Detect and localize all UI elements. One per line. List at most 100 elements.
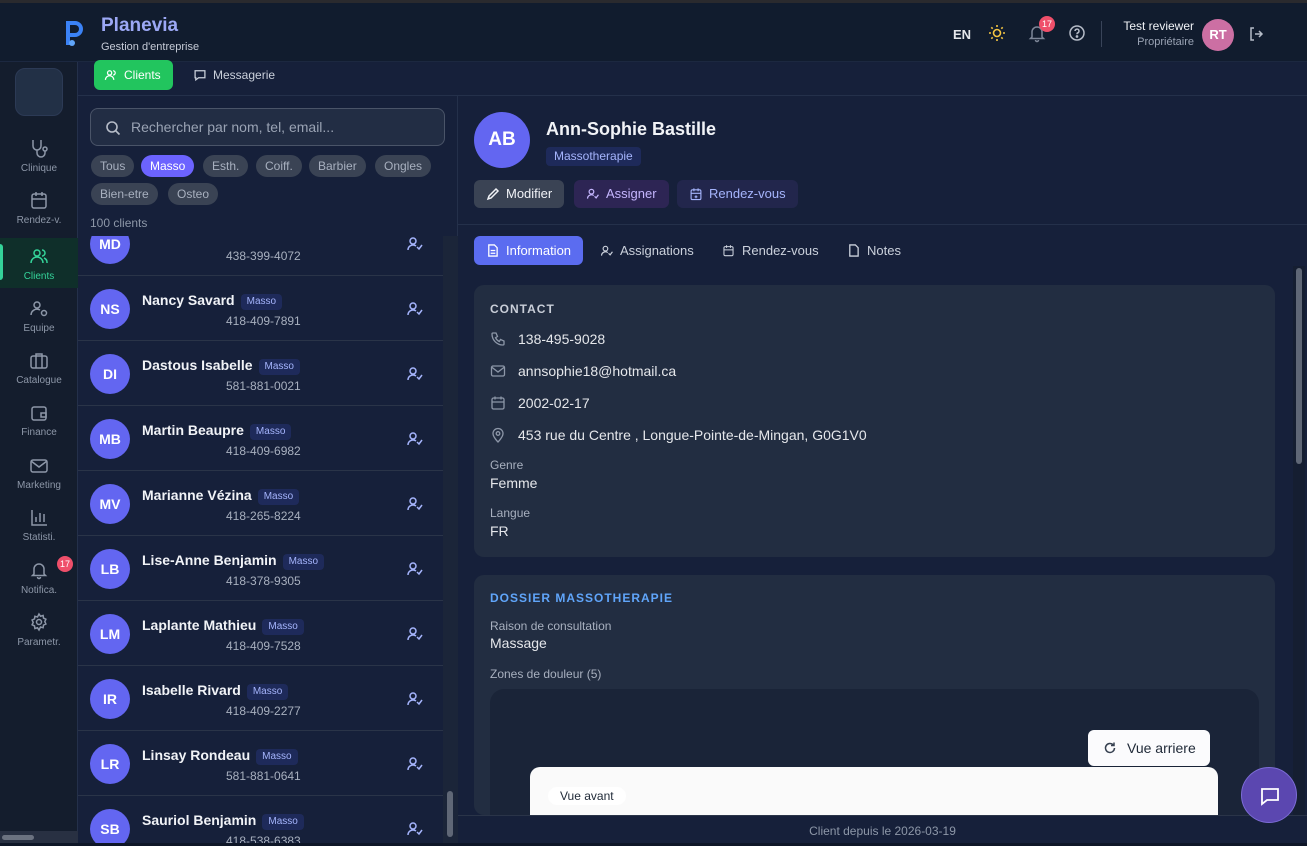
wallet-icon — [31, 406, 47, 421]
sidebar-item-marketing[interactable]: Marketing — [0, 455, 78, 505]
assign-button[interactable]: Assigner — [574, 180, 669, 208]
table-row[interactable]: IR Isabelle Rivard Masso 418-409-2277 — [78, 666, 443, 731]
business-logo[interactable] — [15, 68, 63, 116]
avatar: LB — [90, 549, 130, 589]
filter-chip-esth[interactable]: Esth. — [203, 155, 249, 177]
top-bar: Planevia Gestion d'entreprise EN 17 Test… — [0, 0, 1307, 62]
briefcase-icon — [30, 353, 48, 369]
search-input[interactable] — [131, 109, 431, 145]
client-phone: 581-881-0021 — [226, 379, 301, 393]
sidebar-item-clinique[interactable]: Clinique — [0, 138, 78, 188]
table-row[interactable]: LM Laplante Mathieu Masso 418-409-7528 — [78, 601, 443, 666]
client-tag: Masso — [262, 619, 304, 635]
client-name: Martin Beaupre Masso — [142, 422, 292, 440]
sidebar-item-statistiques[interactable]: Statisti. — [0, 507, 78, 557]
assign-user-icon[interactable] — [406, 560, 424, 578]
user-avatar[interactable]: RT — [1202, 19, 1234, 51]
tab-assignations[interactable]: Assignations — [600, 236, 694, 265]
avatar: IR — [90, 679, 130, 719]
sidebar-item-label: Catalogue — [16, 375, 62, 386]
back-view-button[interactable]: Vue arriere — [1088, 730, 1210, 766]
avatar: NS — [90, 289, 130, 329]
stethoscope-icon — [32, 140, 48, 158]
table-row[interactable]: MV Marianne Vézina Masso 418-265-8224 — [78, 471, 443, 536]
filter-chip-osteo[interactable]: Osteo — [168, 183, 219, 205]
sidebar-item-label: Clinique — [20, 163, 58, 174]
sidebar-item-clients[interactable]: Clients — [0, 238, 78, 288]
avatar: LM — [90, 614, 130, 654]
contact-title: CONTACT — [490, 302, 555, 316]
table-row[interactable]: LR Linsay Rondeau Masso 581-881-0641 — [78, 731, 443, 796]
assign-user-icon[interactable] — [406, 625, 424, 643]
client-since: Client depuis le 2026-03-19 — [458, 815, 1307, 843]
pain-zones-map[interactable]: Vue arriere Vue avant — [490, 689, 1259, 815]
contact-phone: 138-495-9028 — [490, 330, 605, 348]
tab-notes[interactable]: Notes — [847, 236, 901, 265]
client-phone: 581-881-0641 — [226, 769, 301, 783]
avatar: LR — [90, 744, 130, 784]
sidebar-item-parametres[interactable]: Parametr. — [0, 612, 78, 662]
table-row[interactable]: MD 438-399-4072 — [78, 236, 443, 276]
table-row[interactable]: MB Martin Beaupre Masso 418-409-6982 — [78, 406, 443, 471]
tab-clients[interactable]: Clients — [94, 60, 173, 90]
search-box[interactable] — [90, 108, 445, 146]
assign-user-icon[interactable] — [406, 820, 424, 838]
module-tabs: Clients Messagerie — [78, 60, 1307, 96]
appointment-button[interactable]: Rendez-vous — [677, 180, 798, 208]
edit-button[interactable]: Modifier — [474, 180, 565, 208]
gear-icon — [31, 612, 47, 632]
client-name: Linsay Rondeau Masso — [142, 747, 298, 765]
filter-chip-bien-etre[interactable]: Bien-etre — [91, 183, 158, 205]
sidebar-item-rendez-vous[interactable]: Rendez-v. — [0, 190, 78, 240]
bar-chart-icon — [31, 510, 47, 526]
client-name: Nancy Savard Masso — [142, 292, 283, 310]
sidebar-item-label: Rendez-v. — [16, 215, 62, 226]
client-list-scrollbar[interactable] — [443, 236, 458, 843]
sidebar-item-label: Marketing — [17, 480, 61, 491]
avatar: DI — [90, 354, 130, 394]
assign-user-icon[interactable] — [406, 365, 424, 383]
contact-email: annsophie18@hotmail.ca — [490, 362, 676, 380]
assign-user-icon[interactable] — [406, 755, 424, 773]
language-toggle[interactable]: EN — [953, 27, 971, 42]
contact-card: CONTACT 138-495-9028 annsophie18@hotmail… — [474, 285, 1275, 557]
assign-user-icon[interactable] — [406, 236, 424, 253]
sidebar-item-catalogue[interactable]: Catalogue — [0, 350, 78, 400]
table-row[interactable]: NS Nancy Savard Masso 418-409-7891 — [78, 276, 443, 341]
assign-user-icon[interactable] — [406, 690, 424, 708]
chat-button[interactable] — [1241, 767, 1297, 823]
assign-user-icon — [600, 245, 613, 256]
filter-chip-barbier[interactable]: Barbier — [309, 155, 366, 177]
client-name: Isabelle Rivard Masso — [142, 682, 289, 700]
logout-icon[interactable] — [1247, 25, 1267, 45]
calendar-plus-icon — [690, 188, 702, 201]
client-phone: 418-409-7891 — [226, 314, 301, 328]
help-icon[interactable] — [1067, 23, 1087, 43]
table-row[interactable]: LB Lise-Anne Benjamin Masso 418-378-9305 — [78, 536, 443, 601]
assign-user-icon[interactable] — [406, 300, 424, 318]
assign-user-icon[interactable] — [406, 430, 424, 448]
calendar-icon — [723, 245, 734, 257]
filter-chip-masso[interactable]: Masso — [141, 155, 195, 177]
sidebar-item-finance[interactable]: Finance — [0, 402, 78, 452]
sidebar-scrollbar[interactable] — [0, 831, 78, 843]
user-name: Test reviewer — [1123, 19, 1194, 33]
sidebar-item-equipe[interactable]: Equipe — [0, 298, 78, 348]
detail-scrollbar[interactable] — [1293, 266, 1305, 816]
app-logo-icon[interactable] — [60, 17, 88, 49]
filter-chip-ongles[interactable]: Ongles — [375, 155, 432, 177]
table-row[interactable]: DI Dastous Isabelle Masso 581-881-0021 — [78, 341, 443, 406]
theme-sun-icon[interactable] — [987, 23, 1007, 43]
tab-messagerie[interactable]: Messagerie — [193, 67, 275, 83]
filter-chip-coiff[interactable]: Coiff. — [256, 155, 302, 177]
filter-chip-tous[interactable]: Tous — [91, 155, 135, 177]
assign-user-icon[interactable] — [406, 495, 424, 513]
app-subtitle: Gestion d'entreprise — [101, 41, 200, 53]
tab-information[interactable]: Information — [474, 236, 584, 265]
contact-birthdate: 2002-02-17 — [490, 394, 590, 412]
assign-user-icon — [586, 188, 599, 199]
client-avatar: AB — [474, 112, 530, 168]
rotate-icon — [1104, 742, 1116, 754]
table-row[interactable]: SB Sauriol Benjamin Masso 418-538-6383 — [78, 796, 443, 843]
tab-rendez-vous[interactable]: Rendez-vous — [722, 236, 819, 265]
